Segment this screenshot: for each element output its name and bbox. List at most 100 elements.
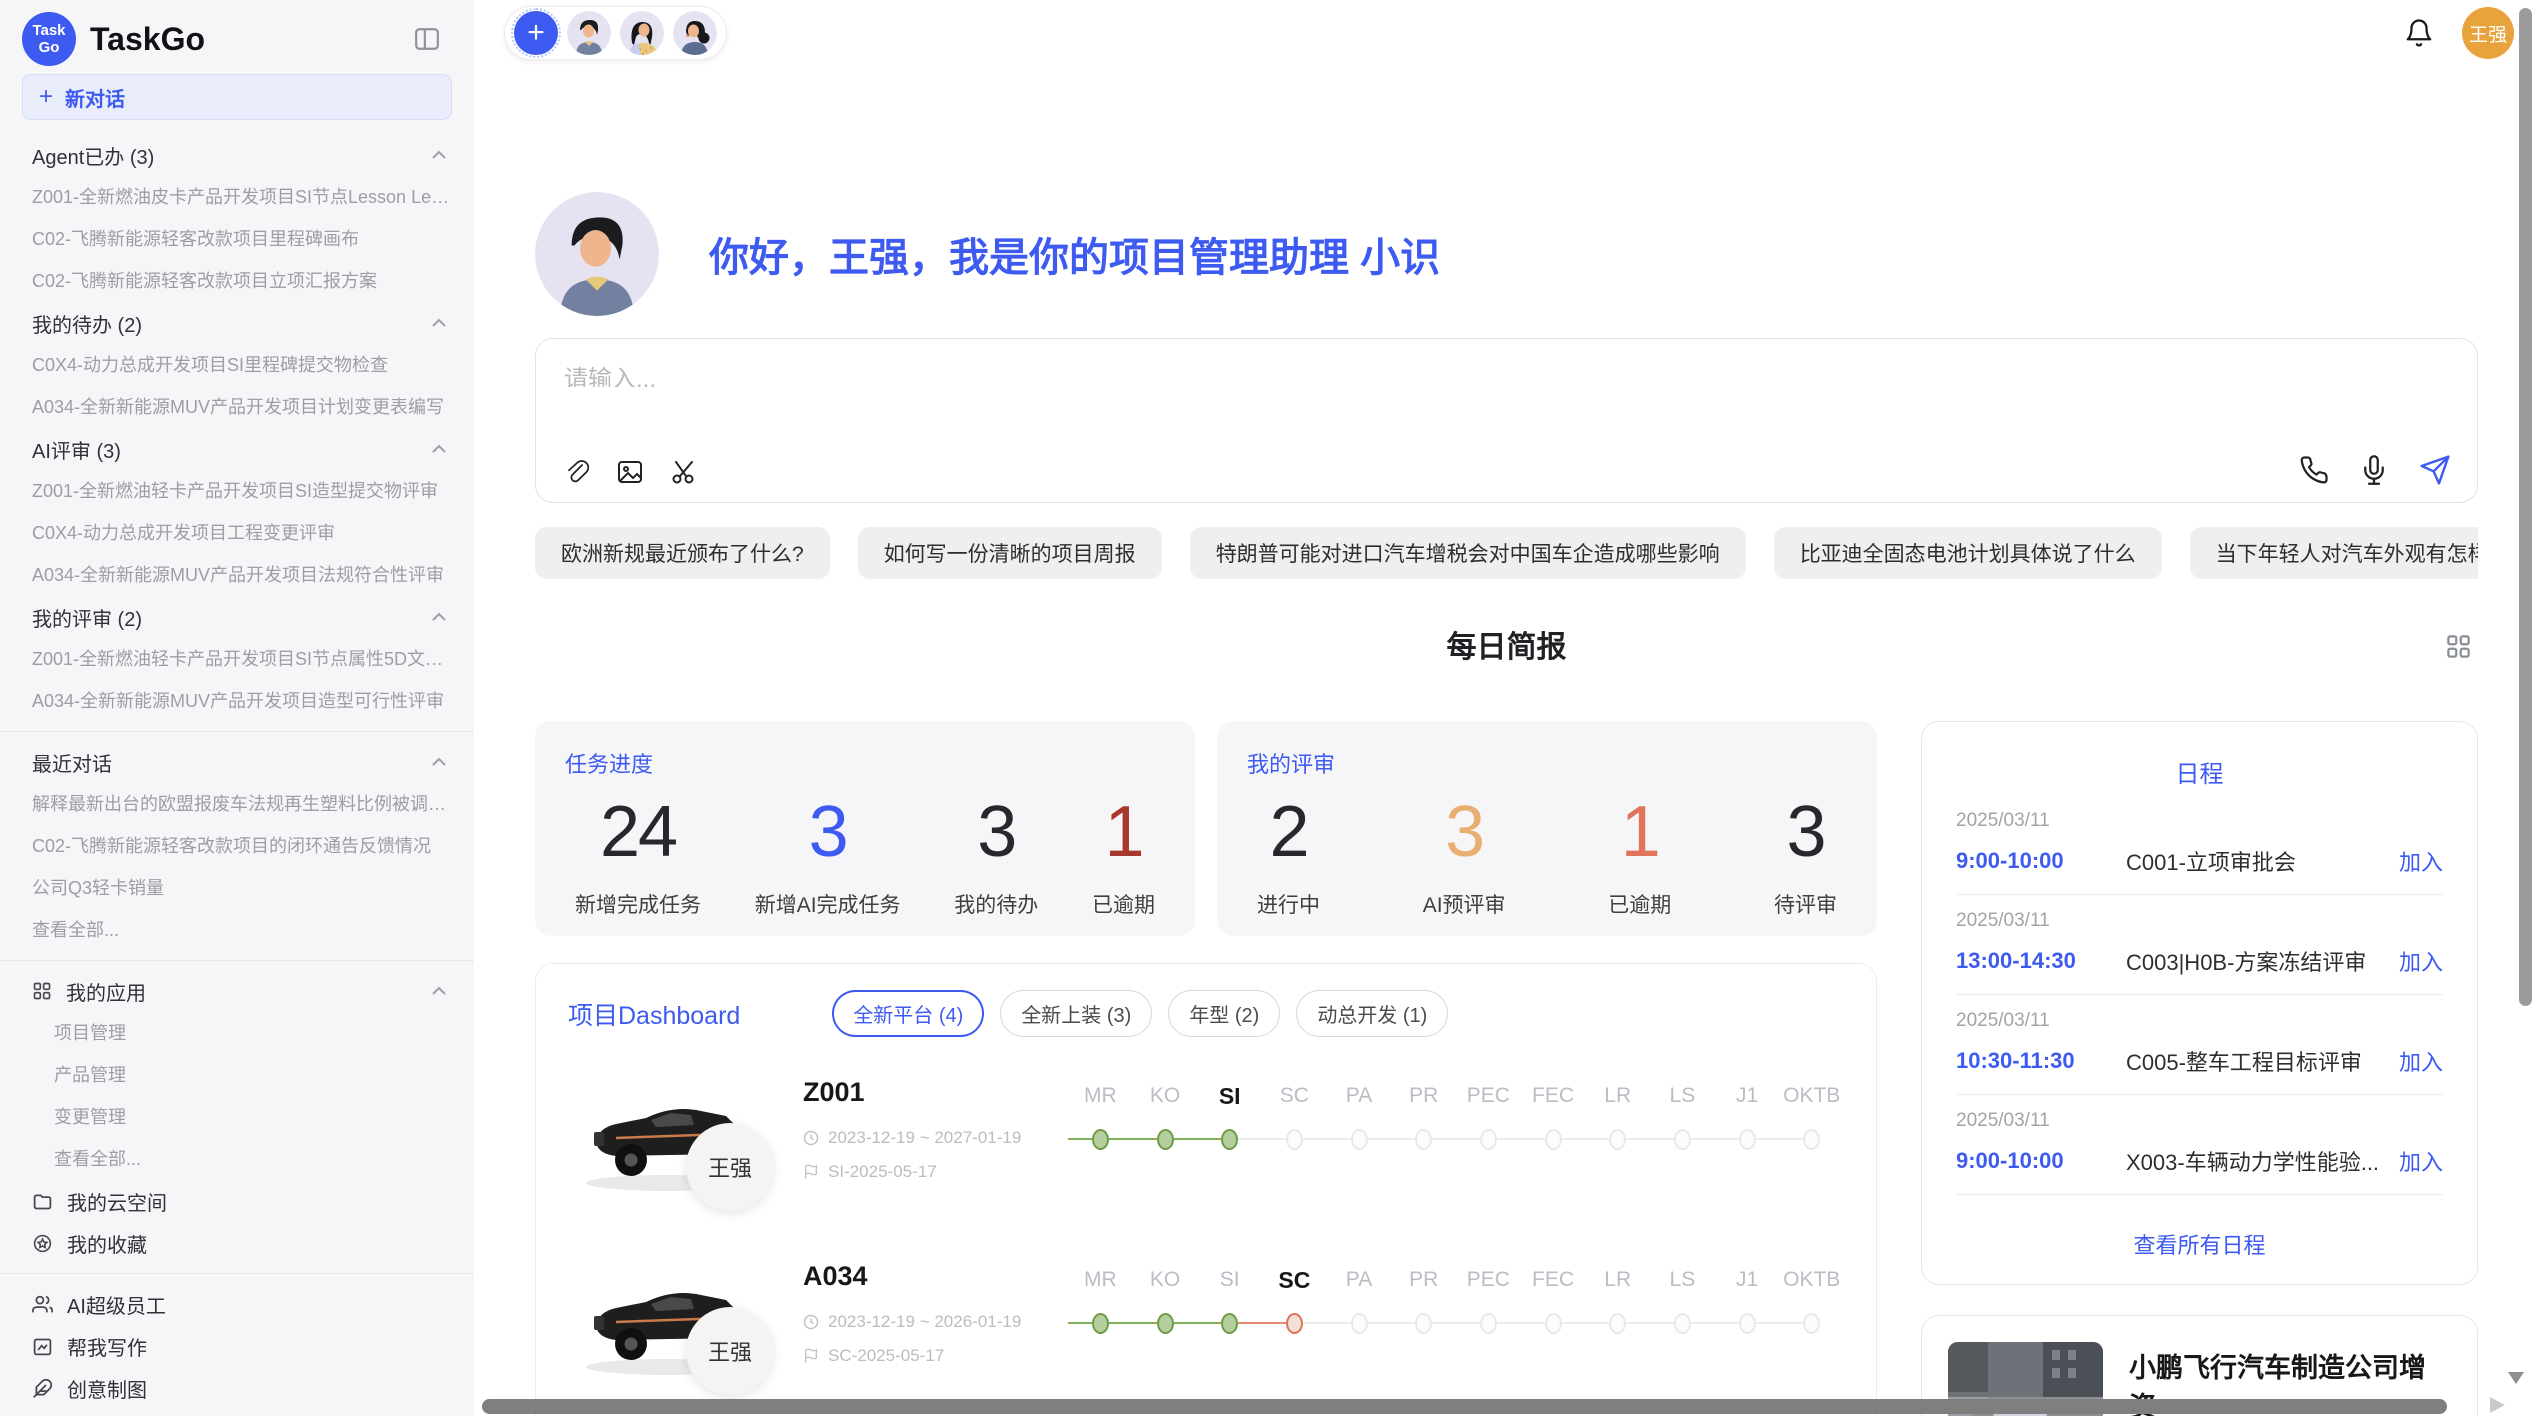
section-label: 我的待办 (2) (32, 309, 142, 338)
recent-chat-item[interactable]: C02-飞腾新能源轻客改款项目的闭环通告反馈情况 (18, 825, 456, 867)
suggestion-chip[interactable]: 比亚迪全固态电池计划具体说了什么 (1774, 527, 2162, 579)
sidebar-item[interactable]: Z001-全新燃油轻卡产品开发项目SI造型提交物评审 (18, 470, 456, 512)
sidebar-item[interactable]: Z001-全新燃油皮卡产品开发项目SI节点Lesson Learn报告 (18, 176, 456, 218)
app-item[interactable]: 产品管理 (18, 1054, 456, 1096)
task-progress-card: 任务进度 24 新增完成任务 3 新增AI完成任务 (535, 721, 1195, 936)
recent-chat-item[interactable]: 解释最新出台的欧盟报废车法规再生塑料比例被调至15%... (18, 783, 456, 825)
sidebar-section-agent-done[interactable]: Agent已办 (3) (18, 134, 456, 176)
agent-avatar-female-2[interactable] (673, 11, 717, 55)
sidebar-item[interactable]: C0X4-动力总成开发项目工程变更评审 (18, 512, 456, 554)
my-review-card: 我的评审 2 进行中 3 AI预评审 (1217, 721, 1877, 936)
sidebar-section-my-review[interactable]: 我的评审 (2) (18, 596, 456, 638)
suggestion-chip[interactable]: 欧洲新规最近颁布了什么? (535, 527, 830, 579)
milestone-dot (1545, 1313, 1562, 1334)
chat-input[interactable] (564, 359, 1884, 387)
topbar-right: 王强 (2404, 7, 2514, 59)
sidebar-item[interactable]: A034-全新新能源MUV产品开发项目计划变更表编写 (18, 386, 456, 428)
agent-avatar-female-1[interactable] (620, 11, 664, 55)
tab-new-body[interactable]: 全新上装 (3) (1000, 990, 1152, 1037)
send-icon[interactable] (2419, 454, 2451, 486)
recent-chat-item[interactable]: 公司Q3轻卡销量 (18, 867, 456, 909)
notification-bell-icon[interactable] (2404, 18, 2434, 48)
add-agent-button[interactable]: + (514, 11, 558, 55)
join-link[interactable]: 加入 (2399, 945, 2443, 977)
stat-label: 新增AI完成任务 (755, 889, 901, 919)
project-code: Z001 (803, 1077, 1068, 1108)
scroll-down-arrow[interactable] (2508, 1372, 2524, 1384)
sidebar-section-recent-chats[interactable]: 最近对话 (18, 741, 456, 783)
project-date-range: 2023-12-19 ~ 2026-01-19 (828, 1312, 1021, 1332)
vertical-scrollbar[interactable] (2519, 8, 2532, 1006)
user-avatar[interactable]: 王强 (2462, 7, 2514, 59)
layout-grid-icon[interactable] (2445, 633, 2472, 665)
milestone-label: LS (1670, 1265, 1696, 1295)
schedule-date: 2025/03/11 (1956, 910, 2443, 932)
scissors-icon[interactable] (670, 458, 698, 486)
daily-briefing-header: 每日简报 (535, 625, 2478, 671)
join-link[interactable]: 加入 (2399, 1045, 2443, 1077)
tab-powertrain[interactable]: 动总开发 (1) (1296, 990, 1448, 1037)
project-flag-date: SC-2025-05-17 (828, 1346, 944, 1366)
sidebar-help-me-write[interactable]: 帮我写作 (18, 1325, 456, 1367)
stat-label: 待评审 (1774, 889, 1837, 919)
folder-icon (32, 1191, 53, 1212)
milestone-label: OKTB (1783, 1265, 1840, 1295)
agent-avatar-male[interactable] (567, 11, 611, 55)
project-row[interactable]: 王强 A034 2023-12-19 ~ 2026-01-19 (568, 1255, 1844, 1405)
join-link[interactable]: 加入 (2399, 1145, 2443, 1177)
app-item[interactable]: 项目管理 (18, 1012, 456, 1054)
project-row[interactable]: 王强 Z001 2023-12-19 ~ 2027-01-19 (568, 1071, 1844, 1221)
schedule-item: 2025/03/11 13:00-14:30 C003|H0B-方案冻结评审 加… (1956, 895, 2443, 995)
sidebar-item[interactable]: C02-飞腾新能源轻客改款项目立项汇报方案 (18, 260, 456, 302)
recent-view-all[interactable]: 查看全部... (18, 909, 456, 951)
sidebar-cloud-space[interactable]: 我的云空间 (18, 1180, 456, 1222)
sidebar-item[interactable]: Z001-全新燃油轻卡产品开发项目SI节点属性5D文件评审 (18, 638, 456, 680)
milestone-label: MR (1084, 1081, 1117, 1111)
app-window: Task Go TaskGo + 新对话 Agent已办 (3) Z001-全新… (0, 0, 2532, 1416)
milestone-timeline: MRKOSISCPAPRPECFECLRLSJ1OKTB (1068, 1255, 1844, 1405)
sidebar-collapse-icon[interactable] (414, 27, 440, 51)
paperclip-icon[interactable] (562, 458, 590, 486)
sidebar-creative-drawing[interactable]: 创意制图 (18, 1367, 456, 1409)
tab-new-platform[interactable]: 全新平台 (4) (832, 990, 984, 1037)
sidebar-item[interactable]: C02-飞腾新能源轻客改款项目里程碑画布 (18, 218, 456, 260)
image-icon[interactable] (616, 458, 644, 486)
sidebar-my-apps[interactable]: 我的应用 (18, 970, 456, 1012)
scroll-right-arrow[interactable] (2490, 1397, 2505, 1413)
sidebar-item[interactable]: A034-全新新能源MUV产品开发项目法规符合性评审 (18, 554, 456, 596)
milestone-dot (1351, 1129, 1368, 1150)
app-item[interactable]: 变更管理 (18, 1096, 456, 1138)
users-icon (32, 1294, 53, 1315)
sidebar-section-my-todo[interactable]: 我的待办 (2) (18, 302, 456, 344)
link-label: AI超级员工 (67, 1290, 166, 1319)
suggestion-chip[interactable]: 如何写一份清晰的项目周报 (858, 527, 1162, 579)
divider (0, 960, 474, 961)
milestone-dot (1092, 1313, 1109, 1334)
microphone-icon[interactable] (2359, 455, 2389, 485)
sidebar-item[interactable]: C0X4-动力总成开发项目SI里程碑提交物检查 (18, 344, 456, 386)
agent-avatar-group: + (504, 6, 727, 60)
tab-model-year[interactable]: 年型 (2) (1168, 990, 1280, 1037)
suggestion-chip[interactable]: 当下年轻人对汽车外观有怎样的喜好趋势 (2190, 527, 2478, 579)
milestone-cell: LS (1650, 1265, 1715, 1405)
stat-value: 3 (809, 795, 847, 871)
sidebar-favorites[interactable]: 我的收藏 (18, 1222, 456, 1264)
milestone-cell: OKTB (1779, 1265, 1844, 1405)
join-link[interactable]: 加入 (2399, 845, 2443, 877)
sidebar-item[interactable]: A034-全新新能源MUV产品开发项目造型可行性评审 (18, 680, 456, 722)
sidebar-section-ai-review[interactable]: AI评审 (3) (18, 428, 456, 470)
sidebar-header: Task Go TaskGo (18, 0, 456, 66)
new-chat-button[interactable]: + 新对话 (22, 74, 452, 120)
milestone-cell: LR (1585, 1265, 1650, 1405)
sidebar-ai-super-staff[interactable]: AI超级员工 (18, 1283, 456, 1325)
view-all-schedule-link[interactable]: 查看所有日程 (1956, 1212, 2443, 1260)
schedule-time: 9:00-10:00 (1956, 1148, 2126, 1174)
milestone-cell: SI (1197, 1081, 1262, 1221)
apps-view-all[interactable]: 查看全部... (18, 1138, 456, 1180)
stat: 1 已逾期 (1608, 795, 1671, 919)
stat-value: 24 (600, 795, 676, 871)
suggestion-chip[interactable]: 特朗普可能对进口汽车增税会对中国车企造成哪些影响 (1190, 527, 1746, 579)
phone-icon[interactable] (2299, 455, 2329, 485)
project-code: A034 (803, 1261, 1068, 1292)
horizontal-scrollbar[interactable] (482, 1399, 2447, 1414)
